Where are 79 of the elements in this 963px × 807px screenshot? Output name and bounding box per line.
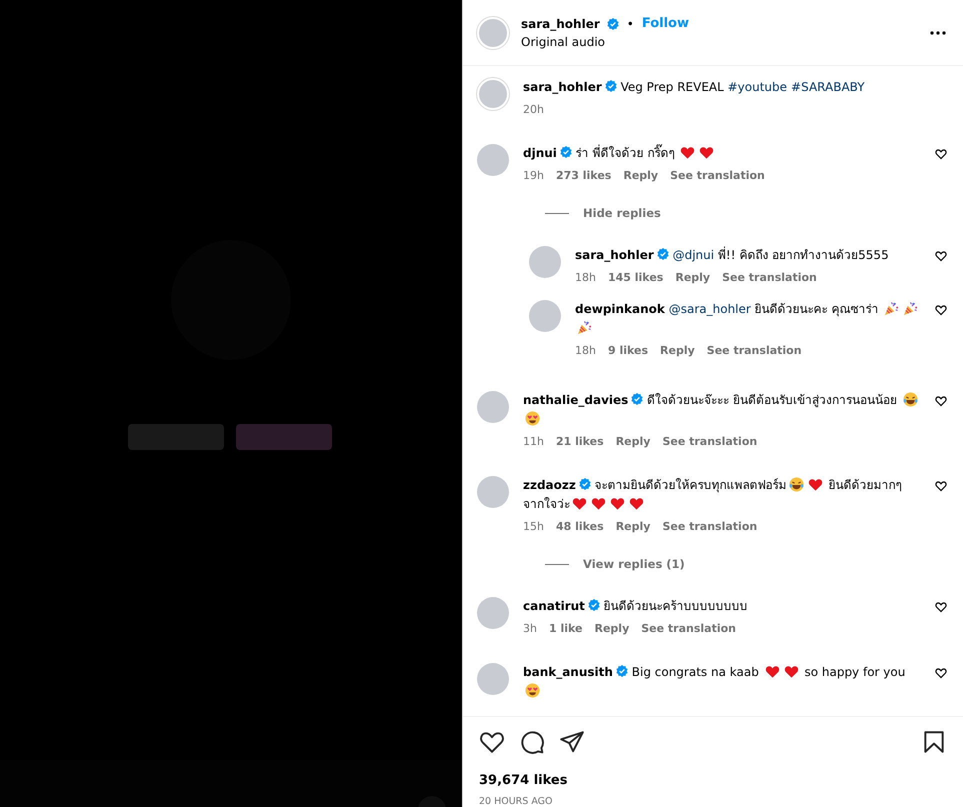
username[interactable]: nathalie_davies (523, 393, 628, 407)
comment-time: 3h (523, 622, 537, 635)
reply-link[interactable]: Reply (623, 169, 658, 182)
like-icon[interactable] (935, 148, 947, 160)
see-translation-link[interactable]: See translation (662, 435, 758, 448)
reply-link[interactable]: Reply (616, 435, 650, 448)
see-translation-link[interactable]: See translation (641, 622, 736, 635)
like-icon[interactable] (935, 601, 947, 613)
audio-label[interactable]: Original audio (521, 35, 917, 49)
see-translation-link[interactable]: See translation (662, 520, 758, 533)
username[interactable]: sara_hohler (523, 80, 602, 94)
party-popper-emoji-icon (884, 301, 900, 316)
caption-text: sara_hohler Veg Prep REVEAL #youtube #SARABABY (523, 79, 866, 96)
comment-text: zzdaozz จะตามยินดีด้วยให้ครบทุกแพลตฟอร์ม ยินดีด้วยมากๆจากใจว่ะ (523, 476, 903, 513)
heart-emoji-icon (680, 145, 696, 160)
share-icon[interactable] (559, 729, 585, 755)
heart-eyes-emoji-icon (525, 683, 540, 698)
likes-count[interactable]: 39,674 likes (479, 773, 947, 788)
reply-link[interactable]: Reply (594, 622, 630, 635)
comment-icon[interactable] (519, 729, 545, 755)
heart-eyes-emoji-icon (525, 411, 540, 426)
reply-link[interactable]: Reply (660, 344, 695, 357)
more-options-icon[interactable] (929, 30, 947, 36)
reply-link[interactable]: Reply (616, 520, 650, 533)
laughing-emoji-icon (902, 392, 918, 407)
likes-count[interactable]: 145 likes (608, 271, 664, 284)
see-translation-link[interactable]: See translation (722, 271, 817, 284)
replies-toggle[interactable]: View replies (1) (545, 557, 947, 571)
username[interactable]: sara_hohler (575, 248, 654, 262)
heart-emoji-icon (572, 496, 587, 511)
comment-text: sara_hohler @djnui พี่!! คิดถึง อยากทำงานด้วย5555 (575, 246, 890, 264)
username[interactable]: bank_anusith (523, 665, 613, 679)
comment-text: canatirut ยินดีด้วยนะคร้าบบบบบบบบ (523, 598, 749, 615)
heart-emoji-icon (764, 664, 780, 679)
hashtag-link[interactable]: #youtube (728, 80, 788, 94)
heart-emoji-icon (784, 664, 799, 679)
see-translation-link[interactable]: See translation (670, 169, 765, 182)
heart-emoji-icon (699, 145, 714, 160)
party-popper-emoji-icon (577, 320, 592, 335)
comment-text: dewpinkanok @sara_hohler ยินดีด้วยนะคะ คุณซาร่า (575, 300, 921, 338)
like-icon[interactable] (935, 667, 947, 679)
mention-link[interactable]: @sara_hohler (668, 302, 751, 316)
replies-toggle[interactable]: Hide replies (545, 206, 947, 220)
mention-link[interactable]: @djnui (672, 248, 714, 262)
like-icon[interactable] (935, 480, 947, 492)
laughing-emoji-icon (788, 477, 804, 492)
like-icon[interactable] (935, 395, 947, 407)
comment-time: 18h (575, 344, 596, 357)
comment-time: 11h (523, 435, 544, 448)
comment-time: 18h (575, 271, 596, 284)
username[interactable]: canatirut (523, 599, 585, 613)
username[interactable]: dewpinkanok (575, 302, 665, 316)
comment-text: djnui ร่า พี่ดีใจด้วย กริ๊ดๆ (523, 144, 921, 163)
comment-time: 15h (523, 520, 544, 533)
username[interactable]: sara_hohler (521, 16, 600, 30)
likes-count[interactable]: 1 like (548, 622, 582, 635)
reply-link[interactable]: Reply (675, 271, 710, 284)
likes-count[interactable]: 48 likes (556, 520, 604, 533)
hashtag-link[interactable]: #SARABABY (791, 80, 865, 94)
like-icon[interactable] (935, 250, 947, 262)
likes-count[interactable]: 273 likes (556, 169, 612, 182)
heart-emoji-icon (629, 496, 644, 511)
separator-dot: • (626, 16, 634, 30)
post-time: 20h (523, 103, 544, 116)
username[interactable]: djnui (523, 146, 557, 160)
likes-count[interactable]: 21 likes (556, 435, 604, 448)
comment-time: 19h (523, 169, 544, 182)
comment-text: nathalie_davies ดีใจด้วยนะจ๊ะะะ ยินดีต้อนรับเข้าสู่วงการนอนน้อย (523, 391, 921, 429)
heart-emoji-icon (808, 477, 823, 492)
party-popper-emoji-icon (903, 301, 918, 316)
heart-emoji-icon (591, 496, 606, 511)
like-icon[interactable] (935, 304, 947, 316)
heart-emoji-icon (610, 496, 625, 511)
see-translation-link[interactable]: See translation (706, 344, 802, 357)
username[interactable]: zzdaozz (523, 478, 576, 492)
follow-link[interactable]: Follow (642, 16, 689, 31)
comment-text: bank_anusith Big congrats na kaab so happy for you (523, 663, 921, 701)
post-date: 20 HOURS AGO (479, 796, 554, 807)
likes-count[interactable]: 9 likes (608, 344, 648, 357)
